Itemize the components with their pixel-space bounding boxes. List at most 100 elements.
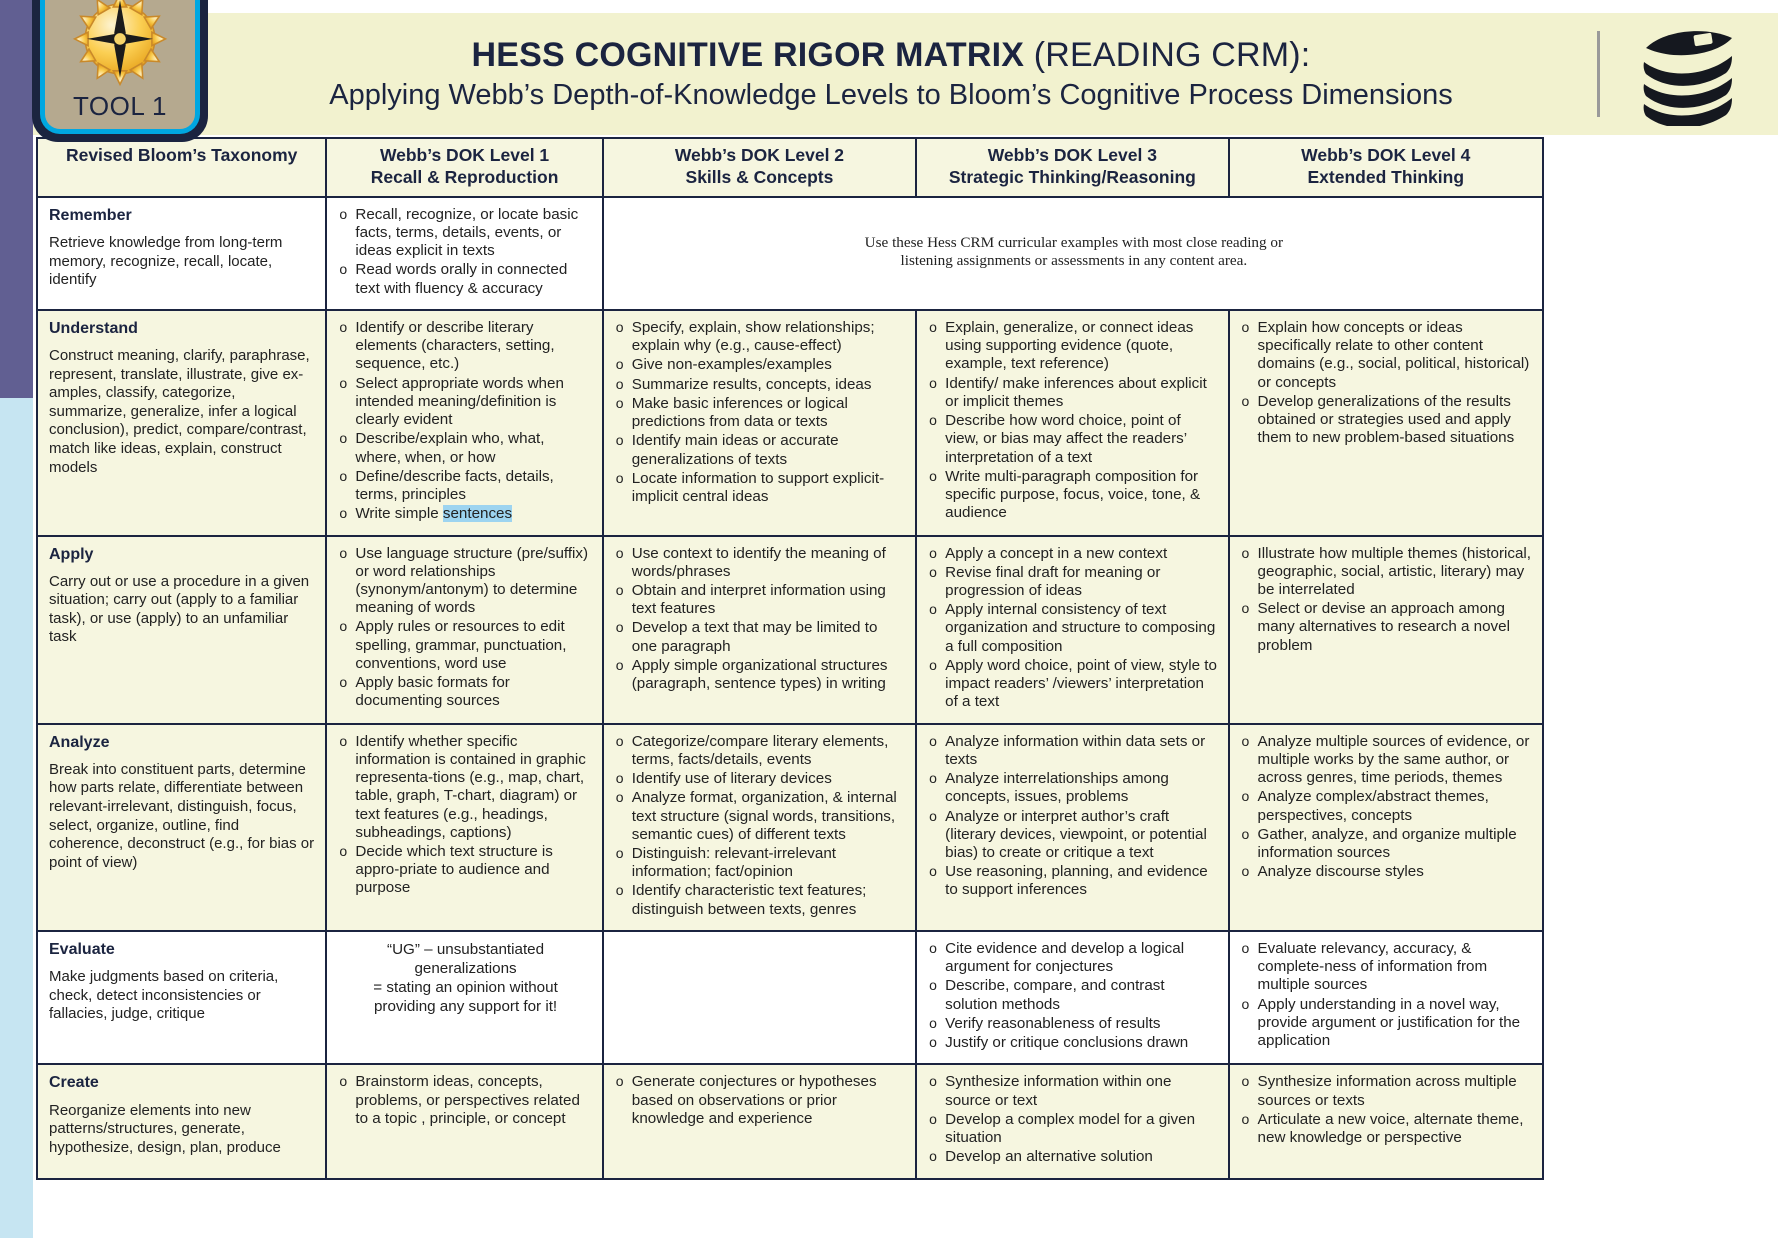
bullet-item: Analyze complex/abstract themes, perspec… (1241, 788, 1533, 824)
bullet-list: Brainstorm ideas, concepts, problems, or… (338, 1073, 592, 1128)
bullet-item: Locate information to support explicit-i… (615, 470, 906, 506)
cell-understand-dok1: Identify or describe literary elements (… (325, 308, 604, 537)
banner-line-1: Use these Hess CRM curricular examples w… (864, 234, 1284, 252)
cell-create-dok1: Brainstorm ideas, concepts, problems, or… (325, 1063, 604, 1180)
bloom-cell-analyze: Analyze Break into constituent parts, de… (35, 722, 328, 932)
page-title: HESS COGNITIVE RIGOR MATRIX (READING CRM… (193, 36, 1589, 74)
dimension-name: Evaluate (49, 940, 115, 958)
ug-note-line-1: “UG” – unsubstantiated generalizations (387, 940, 545, 977)
bullet-item: Brainstorm ideas, concepts, problems, or… (338, 1073, 592, 1128)
dimension-name: Apply (49, 545, 94, 563)
bullet-item: Analyze information within data sets or … (928, 733, 1218, 769)
bullet-item: Identify main ideas or accurate generali… (615, 432, 906, 468)
bullet-item: Use language structure (pre/suffix) or w… (338, 545, 592, 618)
banner-line-2: listening assignments or assessments in … (900, 252, 1248, 270)
bullet-item: Read words orally in connected text with… (338, 261, 592, 297)
bullet-list: Analyze information within data sets or … (928, 733, 1218, 900)
bullet-item: Identify/ make inferences about explicit… (928, 375, 1218, 411)
cell-remember-dok1: Recall, recognize, or locate basic facts… (325, 195, 604, 311)
dimension-description: Carry out or use a procedure in a given … (49, 572, 310, 646)
bloom-cell-understand: Understand Construct meaning, clarify, p… (35, 308, 328, 537)
bullet-item: Apply internal consistency of text organ… (928, 601, 1218, 656)
column-header-title: Webb’s DOK Level 3 (987, 145, 1157, 165)
bullet-list: Explain, generalize, or connect ideas us… (928, 319, 1218, 523)
bullet-item: Obtain and interpret information using t… (615, 582, 906, 618)
cell-evaluate-dok1: “UG” – unsubstantiated generalizations =… (325, 929, 604, 1066)
bullet-item: Develop an alternative solution (928, 1148, 1218, 1166)
bullet-item: Apply simple organizational structures (… (615, 657, 906, 693)
dimension-description: Retrieve knowledge from long-term memory… (49, 233, 283, 289)
column-header-bloom: Revised Bloom’s Taxonomy (35, 137, 328, 198)
bullet-item: Synthesize information across multiple s… (1241, 1073, 1533, 1109)
bullet-item: Develop a text that may be limited to on… (615, 619, 906, 655)
dimension-name: Remember (49, 206, 132, 224)
bullet-item: Use context to identify the meaning of w… (615, 545, 906, 581)
bullet-item: Analyze multiple sources of evidence, or… (1241, 733, 1533, 788)
bullet-item: Articulate a new voice, alternate theme,… (1241, 1111, 1533, 1147)
cell-apply-dok2: Use context to identify the meaning of w… (601, 534, 918, 725)
table-row-apply: Apply Carry out or use a procedure in a … (35, 534, 1545, 725)
bullet-list: Use context to identify the meaning of w… (615, 545, 906, 694)
bullet-item: Apply a concept in a new context (928, 545, 1218, 563)
table-row-evaluate: Evaluate Make judgments based on criteri… (35, 929, 1545, 1066)
bullet-list: Evaluate relevancy, accuracy, & complete… (1241, 940, 1533, 1050)
bullet-item: Analyze discourse styles (1241, 863, 1533, 881)
bullet-item: Evaluate relevancy, accuracy, & complete… (1241, 940, 1533, 995)
dimension-description: Reorganize elements into new patterns/st… (49, 1101, 281, 1156)
bullet-item: Identify characteristic text features; d… (615, 882, 906, 918)
bullet-item: Categorize/compare literary elements, te… (615, 733, 906, 769)
bullet-list: Recall, recognize, or locate basic facts… (338, 206, 592, 298)
crm-matrix-table: Revised Bloom’s Taxonomy Webb’s DOK Leve… (35, 137, 1545, 1180)
bullet-item: Cite evidence and develop a logical argu… (928, 940, 1218, 976)
bullet-list: Synthesize information within one source… (928, 1073, 1218, 1166)
bullet-list: Analyze multiple sources of evidence, or… (1241, 733, 1533, 882)
table-row-analyze: Analyze Break into constituent parts, de… (35, 722, 1545, 932)
bullet-list: Identify or describe literary elements (… (338, 319, 592, 524)
bloom-cell-evaluate: Evaluate Make judgments based on criteri… (35, 929, 328, 1066)
dimension-name: Analyze (49, 733, 110, 751)
bullet-list: Generate conjectures or hypotheses based… (615, 1073, 906, 1128)
bullet-item: Identify whether specific information is… (338, 733, 592, 842)
column-header-dok2: Webb’s DOK Level 2 Skills & Concepts (601, 137, 918, 198)
table-row-remember: Remember Retrieve knowledge from long-te… (35, 195, 1545, 311)
cell-analyze-dok1: Identify whether specific information is… (325, 722, 604, 932)
cell-understand-dok3: Explain, generalize, or connect ideas us… (915, 308, 1230, 537)
bullet-item: Apply understanding in a novel way, prov… (1241, 996, 1533, 1051)
tool-badge: N TOOL 1 (32, 0, 208, 142)
bullet-item: Explain how concepts or ideas specifical… (1241, 319, 1533, 392)
bullet-item: Apply word choice, point of view, style … (928, 657, 1218, 712)
column-header-dok4: Webb’s DOK Level 4 Extended Thinking (1227, 137, 1545, 198)
bullet-item: Give non-examples/examples (615, 356, 906, 374)
bullet-item: Analyze interrelationships among concept… (928, 770, 1218, 806)
bullet-item: Summarize results, concepts, ideas (615, 376, 906, 394)
bullet-item: Define/describe facts, details, terms, p… (338, 468, 592, 504)
bullet-item: Distinguish: relevant-irrelevant informa… (615, 845, 906, 881)
bullet-item: Illustrate how multiple themes (historic… (1241, 545, 1533, 600)
bloom-cell-apply: Apply Carry out or use a procedure in a … (35, 534, 328, 725)
dimension-name: Create (49, 1074, 99, 1092)
dimension-name: Understand (49, 319, 138, 337)
bullet-item: Write multi-paragraph composition for sp… (928, 468, 1218, 523)
left-accent-strip-purple (0, 0, 33, 398)
column-header-title: Webb’s DOK Level 1 (379, 145, 550, 165)
bullet-list: Categorize/compare literary elements, te… (615, 733, 906, 919)
ug-note-line-2: = stating an opinion without (373, 978, 558, 996)
bullet-item: Apply basic formats for documenting sour… (338, 674, 592, 710)
tool-badge-label: TOOL 1 (72, 91, 168, 121)
cell-understand-dok4: Explain how concepts or ideas specifical… (1227, 308, 1545, 537)
bullet-item: Describe how word choice, point of view,… (928, 412, 1218, 467)
column-header-sub: Recall & Reproduction (370, 166, 559, 187)
ug-note-line-3: providing any support for it! (373, 997, 558, 1015)
bullet-item: Identify or describe literary elements (… (338, 319, 592, 374)
column-header-title: Webb’s DOK Level 4 (1301, 145, 1471, 165)
table-row-create: Create Reorganize elements into new patt… (35, 1063, 1545, 1180)
column-header-dok1: Webb’s DOK Level 1 Recall & Reproduction (325, 137, 604, 198)
cell-evaluate-dok4: Evaluate relevancy, accuracy, & complete… (1227, 929, 1545, 1066)
bullet-item: Justify or critique conclusions drawn (928, 1034, 1218, 1052)
bullet-item: Select appropriate words when intended m… (338, 375, 592, 430)
left-accent-strip-blue (0, 398, 33, 1238)
bullet-list: Specify, explain, show relationships; ex… (615, 319, 906, 506)
cell-evaluate-dok3: Cite evidence and develop a logical argu… (915, 929, 1230, 1066)
bullet-list: Apply a concept in a new contextRevise f… (928, 545, 1218, 712)
bullet-item: Make basic inferences or logical predict… (615, 395, 906, 431)
